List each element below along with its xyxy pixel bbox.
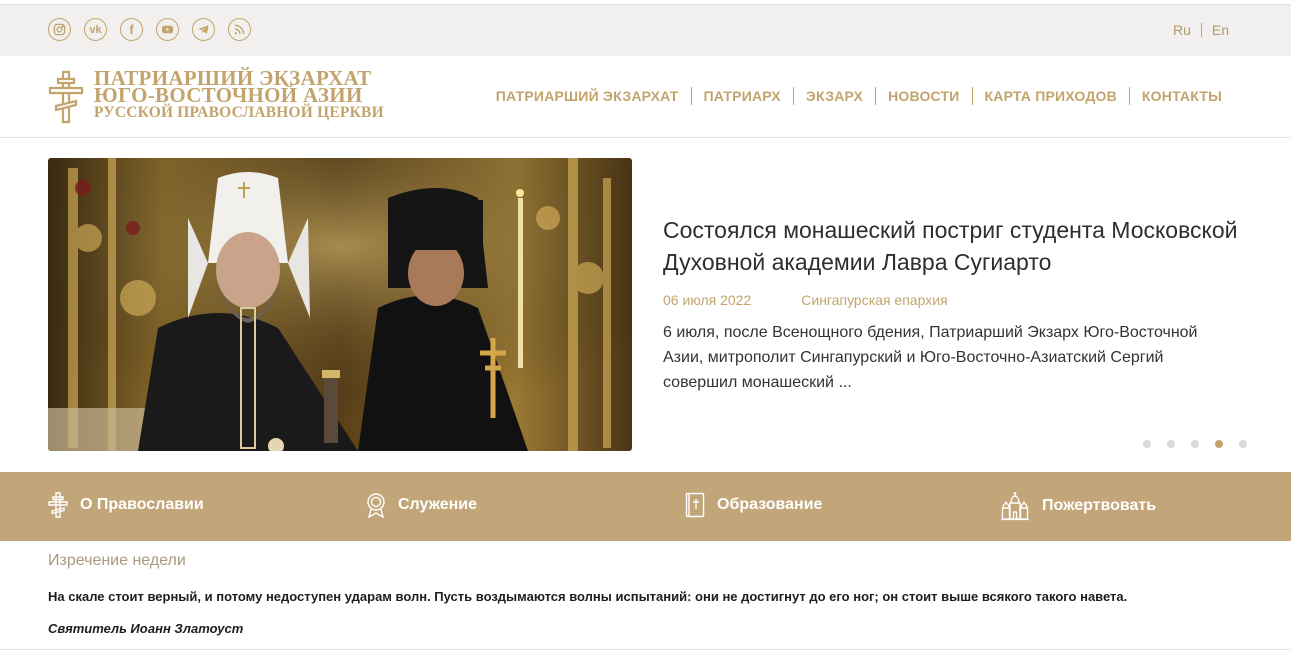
slider-dots xyxy=(1143,440,1247,448)
top-bar: vk f Ru En xyxy=(0,4,1291,56)
rss-icon[interactable] xyxy=(228,18,251,41)
medal-icon xyxy=(367,493,385,518)
language-switcher: Ru En xyxy=(1173,22,1229,38)
social-links: vk f xyxy=(48,18,251,41)
band-item-education[interactable]: Образование xyxy=(685,492,822,518)
slider-dot-active[interactable] xyxy=(1215,440,1223,448)
lang-en-link[interactable]: En xyxy=(1212,22,1229,38)
news-slide-category[interactable]: Сингапурская епархия xyxy=(801,292,947,308)
nav-item-patriarch[interactable]: ПАТРИАРХ xyxy=(690,87,793,105)
main-nav: ПАТРИАРШИЙ ЭКЗАРХАТ ПАТРИАРХ ЭКЗАРХ НОВО… xyxy=(484,87,1234,105)
quote-text: На скале стоит верный, и потому недоступ… xyxy=(48,589,1128,604)
telegram-icon[interactable] xyxy=(192,18,215,41)
quick-links-band: О Православии Служение Образование Пожер… xyxy=(0,472,1291,541)
orthodox-cross-icon xyxy=(48,70,84,124)
slider-dot[interactable] xyxy=(1167,440,1175,448)
logo-line-2: ЮГО-ВОСТОЧНОЙ АЗИИ xyxy=(94,83,363,107)
nav-item-news[interactable]: НОВОСТИ xyxy=(875,87,971,105)
site-logo[interactable]: ПАТРИАРШИЙ ЭКЗАРХАТ ЮГО-ВОСТОЧНОЙ АЗИИ Р… xyxy=(48,68,384,124)
divider xyxy=(0,649,1291,650)
slider-dot[interactable] xyxy=(1239,440,1247,448)
band-item-service[interactable]: Служение xyxy=(366,492,477,518)
news-slide-title[interactable]: Состоялся монашеский постриг студента Мо… xyxy=(663,214,1243,278)
book-icon xyxy=(685,492,705,518)
youtube-icon[interactable] xyxy=(156,18,179,41)
slider-dot[interactable] xyxy=(1191,440,1199,448)
band-item-label: Пожертвовать xyxy=(1042,497,1157,514)
news-slide-excerpt: 6 июля, после Всенощного бдения, Патриар… xyxy=(663,324,1198,391)
cross-icon xyxy=(48,492,68,518)
site-header: ПАТРИАРШИЙ ЭКЗАРХАТ ЮГО-ВОСТОЧНОЙ АЗИИ Р… xyxy=(0,56,1291,138)
band-item-donate[interactable]: Пожертвовать xyxy=(1000,491,1156,521)
quote-heading: Изречение недели xyxy=(48,552,186,569)
nav-item-parish-map[interactable]: КАРТА ПРИХОДОВ xyxy=(971,87,1129,105)
nav-item-contacts[interactable]: КОНТАКТЫ xyxy=(1128,87,1234,105)
facebook-icon[interactable]: f xyxy=(120,18,143,41)
news-slide-image[interactable] xyxy=(48,158,632,451)
band-item-label: О Православии xyxy=(80,496,204,513)
quote-author: Святитель Иоанн Златоуст xyxy=(48,621,244,636)
vk-icon[interactable]: vk xyxy=(84,18,107,41)
instagram-icon[interactable] xyxy=(48,18,71,41)
slider-dot[interactable] xyxy=(1143,440,1151,448)
nav-item-exarch[interactable]: ЭКЗАРХ xyxy=(792,87,875,105)
logo-text: ПАТРИАРШИЙ ЭКЗАРХАТ ЮГО-ВОСТОЧНОЙ АЗИИ Р… xyxy=(94,68,384,122)
band-item-label: Образование xyxy=(717,496,823,513)
lang-ru-link[interactable]: Ru xyxy=(1173,22,1191,38)
band-item-orthodoxy[interactable]: О Православии xyxy=(48,492,204,518)
news-slide-meta: 06 июля 2022 Сингапурская епархия xyxy=(663,292,948,308)
lang-divider xyxy=(1200,23,1202,37)
band-item-label: Служение xyxy=(398,496,478,513)
nav-item-exarchate[interactable]: ПАТРИАРШИЙ ЭКЗАРХАТ xyxy=(484,87,691,105)
news-slide-date: 06 июля 2022 xyxy=(663,292,752,308)
logo-line-3: РУССКОЙ ПРАВОСЛАВНОЙ ЦЕРКВИ xyxy=(94,104,384,121)
church-icon xyxy=(1001,492,1029,521)
